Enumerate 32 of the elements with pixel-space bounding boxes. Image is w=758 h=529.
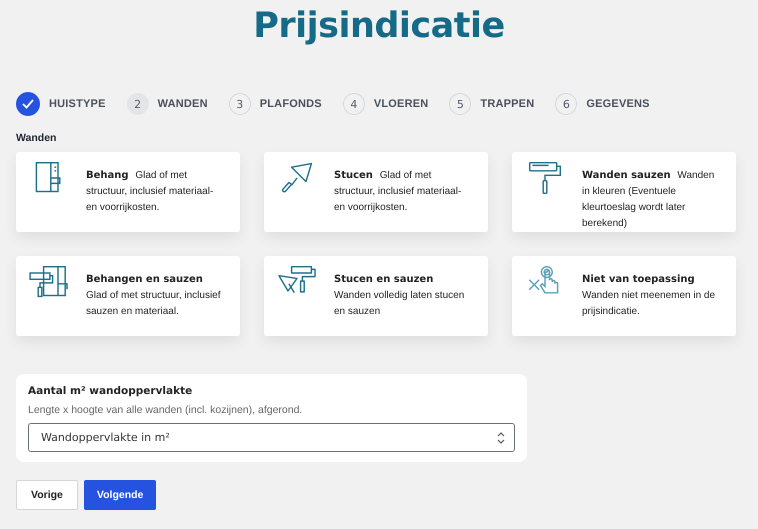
step-tab[interactable]: 5 TRAPPEN	[449, 93, 534, 115]
step-tab[interactable]: 4 VLOEREN	[342, 93, 428, 115]
step-number: 6	[555, 93, 578, 115]
step-tab[interactable]: HUISTYPE	[16, 92, 106, 116]
up-down-chevron-icon	[497, 432, 505, 444]
option-card[interactable]: Niet van toepassing Wanden niet meenemen in de prijsindicatie.	[512, 256, 736, 336]
paint-roller-icon	[527, 160, 563, 196]
option-card[interactable]: Wanden sauzen Wanden in kleuren (Eventuele kleurtoeslag wordt later berekend)	[512, 152, 736, 232]
option-description: Stucen en sauzen Wanden volledig laten stucen en sauzen	[334, 273, 466, 319]
option-card[interactable]: Behangen en sauzen Glad of met structuur, inclusief sauzen en materiaal.	[16, 256, 240, 336]
field-label: Aantal m² wandoppervlakte	[28, 385, 194, 397]
section-title: Wanden	[16, 132, 58, 144]
step-number: 4	[342, 93, 365, 115]
page-title: Prijsindicatie	[252, 5, 506, 48]
step-tab[interactable]: 2 WANDEN	[126, 93, 208, 115]
option-card[interactable]: Stucen en sauzen Wanden volledig laten stucen en sauzen	[264, 256, 488, 336]
previous-button[interactable]: Vorige	[16, 480, 78, 510]
step-tab[interactable]: 6 GEGEVENS	[555, 93, 650, 115]
option-description: Wanden sauzen Wanden in kleuren (Eventuele kleurtoeslag wordt later berekend)	[582, 169, 716, 231]
field-hint: Lengte x hoogte van alle wanden (incl. kozijnen), afgerond.	[28, 404, 304, 416]
option-card[interactable]: Behang Glad of met structuur, inclusief materiaal- en voorrijkosten.	[16, 152, 240, 232]
step-number: 2	[126, 93, 149, 115]
option-description: Behangen en sauzen Glad of met structuur, inclusief sauzen en materiaal.	[86, 273, 222, 319]
option-description: Behang Glad of met structuur, inclusief materiaal- en voorrijkosten.	[86, 169, 214, 215]
step-tab[interactable]: 3 PLAFONDS	[228, 93, 322, 115]
step-number: 3	[228, 93, 251, 115]
option-card[interactable]: Stucen Glad of met structuur, inclusief materiaal- en voorrijkosten.	[264, 152, 488, 232]
area-select-field[interactable]: Wandoppervlakte in m²	[28, 423, 515, 452]
next-button[interactable]: Volgende	[84, 480, 156, 510]
step-number: 5	[449, 93, 472, 115]
option-description: Niet van toepassing Wanden niet meenemen in de prijsindicatie.	[582, 273, 716, 319]
option-description: Stucen Glad of met structuur, inclusief materiaal- en voorrijkosten.	[334, 169, 462, 215]
